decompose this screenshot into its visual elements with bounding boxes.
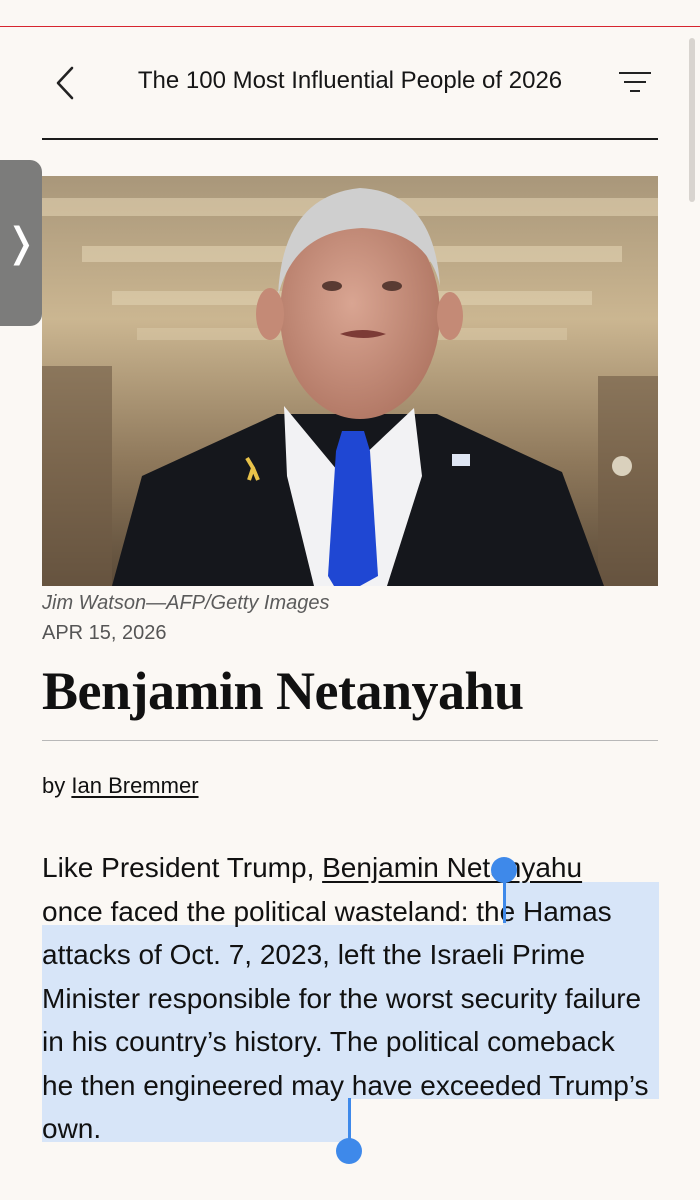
selection-start-handle[interactable] bbox=[491, 857, 517, 883]
article-photo bbox=[42, 176, 658, 586]
filter-menu-icon[interactable] bbox=[618, 68, 652, 96]
side-drawer-tab[interactable]: ❭ bbox=[0, 160, 42, 326]
author-link[interactable]: Ian Bremmer bbox=[71, 773, 198, 798]
byline: by Ian Bremmer bbox=[42, 771, 199, 801]
selection-start-handle-line bbox=[503, 878, 506, 923]
article-body[interactable]: Like President Trump, Benjamin Netanyahu… bbox=[42, 846, 652, 1151]
top-accent-rule bbox=[0, 0, 700, 27]
body-text: once faced the political wasteland: bbox=[42, 895, 477, 927]
photo-credit: Jim Watson—AFP/Getty Images bbox=[42, 592, 330, 614]
selected-text[interactable]: the Hamas attacks of Oct. 7, 2023, left … bbox=[42, 896, 649, 1145]
page-title: The 100 Most Influential People of 2026 bbox=[137, 67, 563, 94]
divider bbox=[42, 740, 658, 741]
byline-prefix: by bbox=[42, 773, 66, 798]
article-date: APR 15, 2026 bbox=[42, 622, 167, 644]
chevron-right-icon: ❭ bbox=[4, 221, 38, 265]
article-paragraph: Like President Trump, Benjamin Netanyahu… bbox=[42, 846, 652, 1151]
person-link[interactable]: Benjamin Netanyahu bbox=[322, 852, 582, 883]
article-headline: Benjamin Netanyahu bbox=[42, 661, 524, 721]
scrollbar[interactable] bbox=[689, 38, 695, 202]
body-text: Like President Trump, bbox=[42, 852, 323, 883]
selection-end-handle[interactable] bbox=[336, 1138, 362, 1164]
header: The 100 Most Influential People of 2026 bbox=[42, 40, 658, 140]
